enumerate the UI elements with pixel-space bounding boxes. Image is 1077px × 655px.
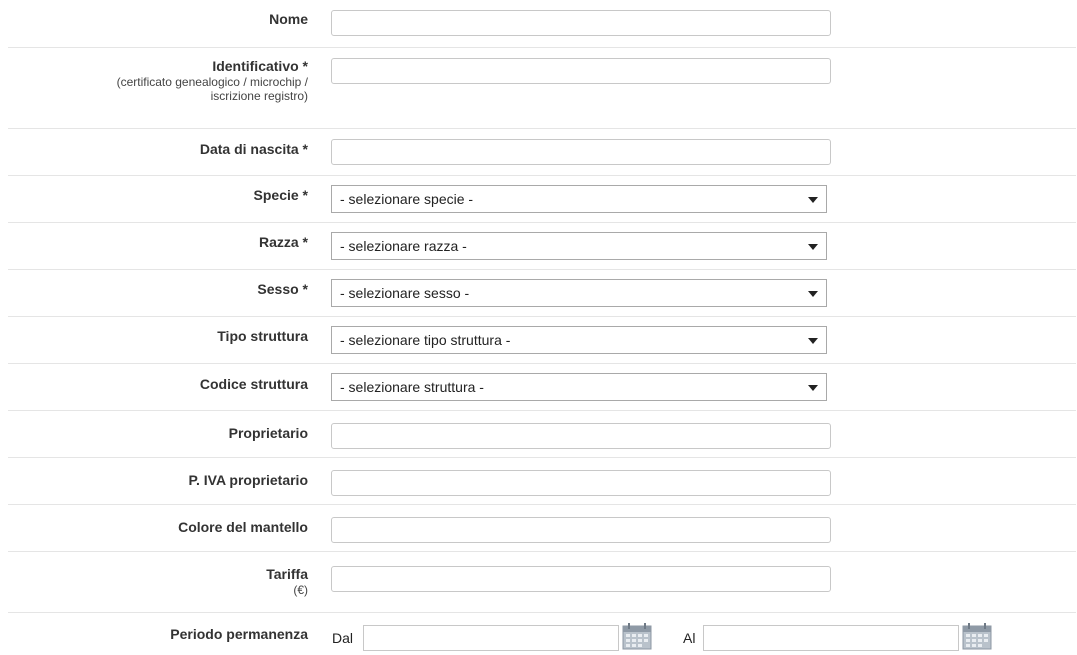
label-codice-struttura: Codice struttura xyxy=(199,376,308,392)
chevron-down-icon xyxy=(808,197,818,203)
label-specie: Specie * xyxy=(253,187,308,203)
label-piva: P. IVA proprietario xyxy=(188,472,308,488)
sesso-select[interactable]: - selezionare sesso - xyxy=(331,279,827,307)
al-label: Al xyxy=(683,630,696,646)
label-tariffa-unit: (€) xyxy=(293,583,308,597)
label-periodo: Periodo permanenza xyxy=(170,626,308,642)
label-identificativo-sub1: (certificato genealogico / microchip / xyxy=(116,75,308,89)
data-nascita-input[interactable] xyxy=(331,139,831,165)
tariffa-input[interactable] xyxy=(331,566,831,592)
calendar-icon[interactable] xyxy=(962,622,992,650)
chevron-down-icon xyxy=(808,385,818,391)
row-tipo-struttura: Tipo struttura - selezionare tipo strutt… xyxy=(8,317,1076,364)
row-codice-struttura: Codice struttura - selezionare struttura… xyxy=(8,364,1076,411)
row-colore: Colore del mantello xyxy=(8,505,1076,552)
label-sesso: Sesso * xyxy=(257,281,308,297)
label-tariffa-main: Tariffa xyxy=(266,566,308,582)
piva-input[interactable] xyxy=(331,470,831,496)
tipo-struttura-selected: - selezionare tipo struttura - xyxy=(340,332,511,348)
row-proprietario: Proprietario xyxy=(8,411,1076,458)
label-tipo-struttura: Tipo struttura xyxy=(217,328,308,344)
codice-struttura-select[interactable]: - selezionare struttura - xyxy=(331,373,827,401)
label-identificativo-sub2: iscrizione registro) xyxy=(210,89,308,103)
label-identificativo: Identificativo * (certificato genealogic… xyxy=(117,58,308,103)
row-razza: Razza * - selezionare razza - xyxy=(8,223,1076,270)
label-proprietario: Proprietario xyxy=(228,425,308,441)
chevron-down-icon xyxy=(808,244,818,250)
codice-struttura-selected: - selezionare struttura - xyxy=(340,379,484,395)
sesso-selected: - selezionare sesso - xyxy=(340,285,470,301)
row-specie: Specie * - selezionare specie - xyxy=(8,176,1076,223)
chevron-down-icon xyxy=(808,291,818,297)
row-nome: Nome xyxy=(8,0,1076,48)
dal-label: Dal xyxy=(332,630,354,646)
tipo-struttura-select[interactable]: - selezionare tipo struttura - xyxy=(331,326,827,354)
row-identificativo: Identificativo * (certificato genealogic… xyxy=(8,48,1076,129)
label-identificativo-main: Identificativo * xyxy=(212,58,308,74)
row-data-nascita: Data di nascita * xyxy=(8,129,1076,176)
razza-selected: - selezionare razza - xyxy=(340,238,467,254)
nome-input[interactable] xyxy=(331,10,831,36)
label-colore: Colore del mantello xyxy=(178,519,308,535)
razza-select[interactable]: - selezionare razza - xyxy=(331,232,827,260)
calendar-icon[interactable] xyxy=(622,622,652,650)
row-tariffa: Tariffa (€) xyxy=(8,552,1076,613)
row-sesso: Sesso * - selezionare sesso - xyxy=(8,270,1076,317)
dal-date-input[interactable] xyxy=(363,625,619,651)
label-tariffa: Tariffa (€) xyxy=(266,566,308,597)
identificativo-input[interactable] xyxy=(331,58,831,84)
row-periodo: Periodo permanenza Dal Al xyxy=(8,613,1076,655)
row-piva: P. IVA proprietario xyxy=(8,458,1076,505)
al-date-input[interactable] xyxy=(703,625,959,651)
specie-select[interactable]: - selezionare specie - xyxy=(331,185,827,213)
label-nome: Nome xyxy=(269,11,308,27)
label-data-nascita: Data di nascita * xyxy=(199,141,308,157)
specie-selected: - selezionare specie - xyxy=(340,191,474,207)
chevron-down-icon xyxy=(808,338,818,344)
label-razza: Razza * xyxy=(258,234,308,250)
proprietario-input[interactable] xyxy=(331,423,831,449)
colore-input[interactable] xyxy=(331,517,831,543)
